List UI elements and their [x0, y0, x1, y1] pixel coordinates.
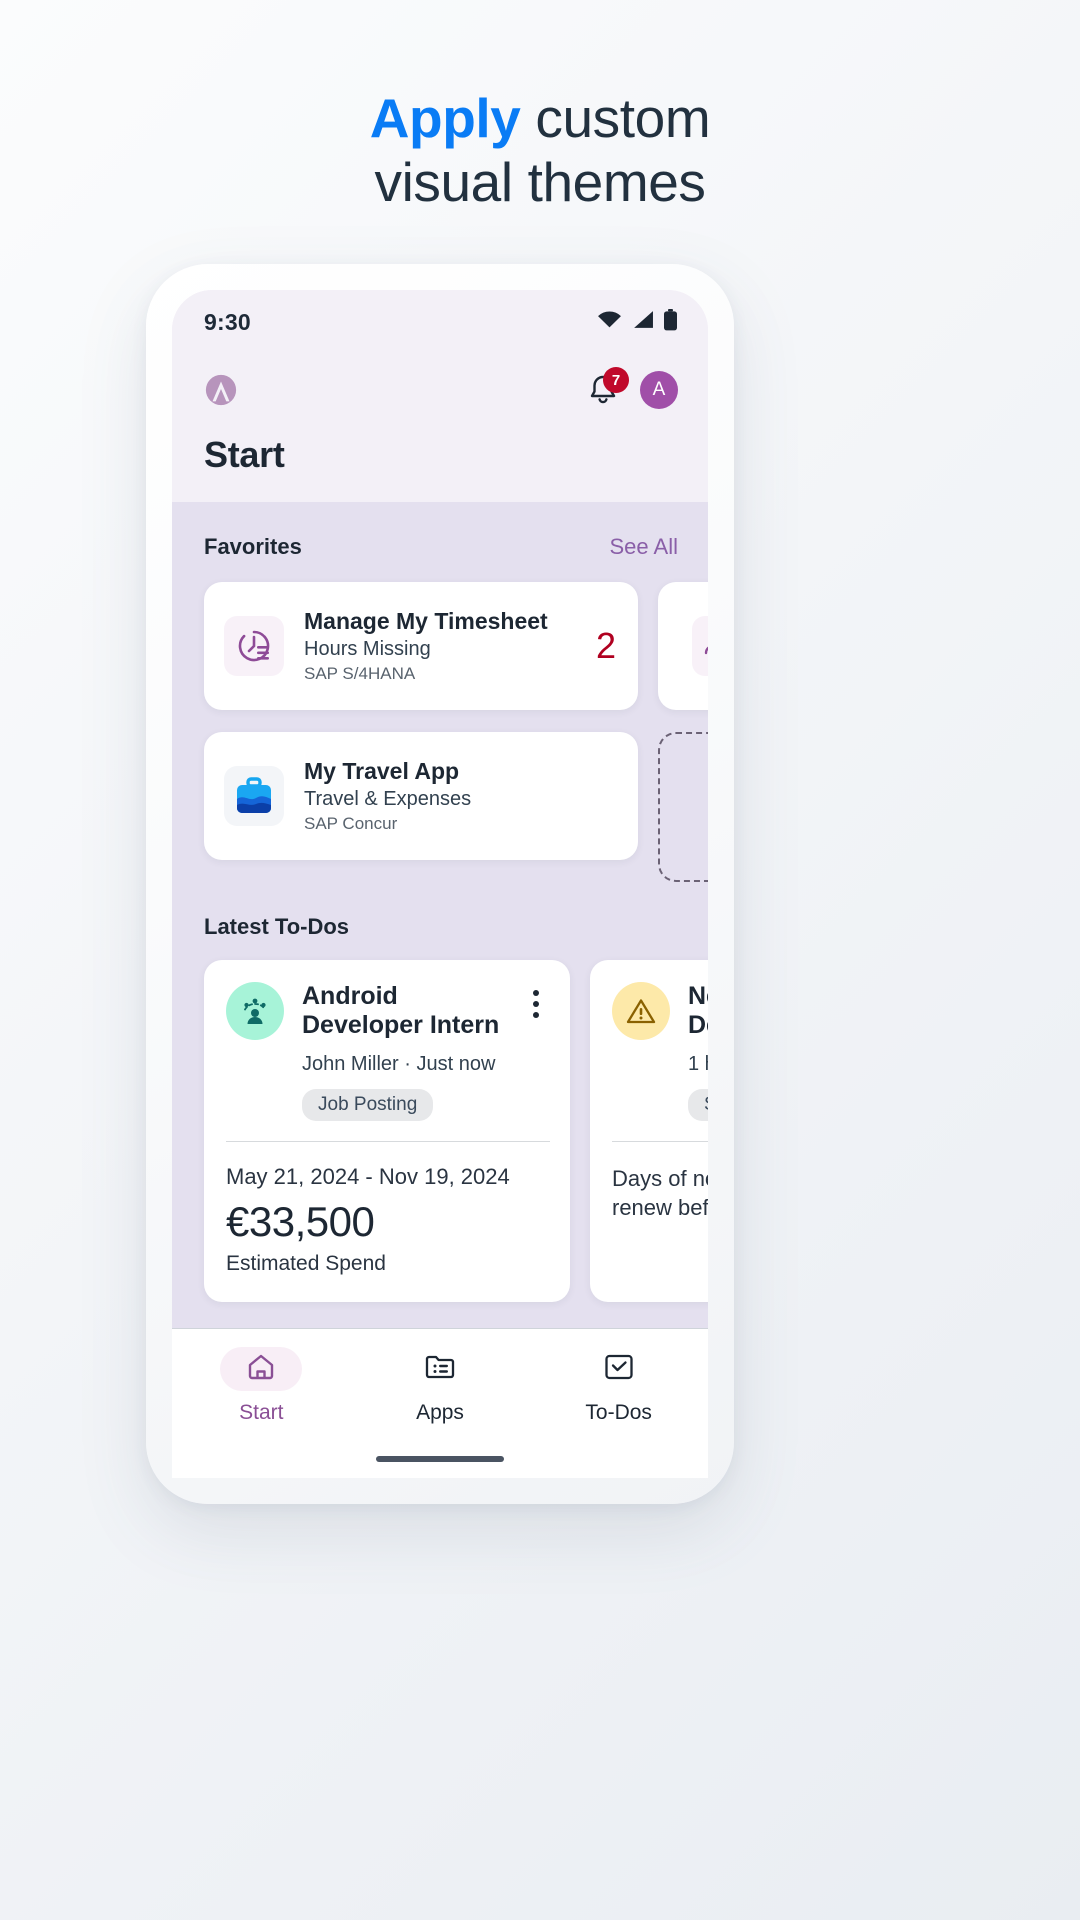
home-indicator: [376, 1456, 504, 1462]
cellular-signal-icon: [631, 310, 654, 334]
favorite-card-texts: My Travel App Travel & Expenses SAP Conc…: [304, 758, 616, 834]
favorites-title: Favorites: [204, 534, 302, 559]
status-bar: 9:30: [172, 290, 708, 354]
status-bar-time: 9:30: [204, 308, 251, 335]
nav-start-pill: [220, 1347, 303, 1391]
todo-card-negotiation[interactable]: Negotiation Deadline 1 hour ago Situatio…: [590, 960, 708, 1302]
favorites-section-header: Favorites See All: [172, 502, 708, 560]
favorite-card-texts: Manage My Timesheet Hours Missing SAP S/…: [304, 608, 576, 684]
nav-item-start[interactable]: Start: [172, 1347, 351, 1425]
avatar[interactable]: A: [640, 371, 678, 409]
favorite-card-title: My Travel App: [304, 758, 460, 784]
todo-card-header: Negotiation Deadline 1 hour ago Situatio…: [612, 982, 708, 1121]
team-transfer-icon: [692, 616, 708, 676]
phone-screen: 9:30 7 A Start Favorites See All Manage …: [172, 290, 708, 1478]
nav-item-apps[interactable]: Apps: [351, 1347, 530, 1425]
todo-card-main: Android Developer Intern John Miller · J…: [302, 982, 504, 1121]
todo-card-header: Android Developer Intern John Miller · J…: [226, 982, 550, 1121]
app-content: Favorites See All Manage My Timesheet Ho…: [172, 502, 708, 1370]
favorites-see-all-link[interactable]: See All: [610, 534, 679, 560]
page-title: Start: [204, 434, 285, 475]
kebab-dot: [533, 990, 539, 996]
notifications-button[interactable]: 7: [588, 367, 629, 406]
todo-card-title: Negotiation Deadline: [688, 982, 708, 1039]
travel-briefcase-icon: [224, 766, 284, 826]
favorite-card-team[interactable]: [658, 582, 708, 710]
nav-todos-pill: [578, 1347, 660, 1391]
todo-card-job-posting[interactable]: Android Developer Intern John Miller · J…: [204, 960, 570, 1302]
people-group-icon: [226, 982, 284, 1040]
todo-card-title: Android Developer Intern: [302, 982, 500, 1039]
todo-card-date-range: May 21, 2024 - Nov 19, 2024: [226, 1164, 510, 1189]
kebab-dot: [533, 1001, 539, 1007]
app-header-actions: 7 A: [588, 367, 678, 409]
todos-section-header: Latest To-Dos: [172, 882, 708, 940]
bottom-navigation: Start Apps To-Dos: [172, 1328, 708, 1478]
add-favorite-tile[interactable]: +: [658, 732, 708, 882]
favorite-card-source: SAP S/4HANA: [304, 664, 416, 683]
phone-frame: 9:30 7 A Start Favorites See All Manage …: [146, 264, 734, 1504]
favorites-row-1: Manage My Timesheet Hours Missing SAP S/…: [172, 560, 708, 710]
todo-card-amount-label: Estimated Spend: [226, 1252, 386, 1275]
wifi-icon: [597, 310, 622, 334]
kebab-dot: [533, 1012, 539, 1018]
favorite-card-travel[interactable]: My Travel App Travel & Expenses SAP Conc…: [204, 732, 638, 860]
nav-start-label: Start: [239, 1401, 284, 1424]
nav-item-todos[interactable]: To-Dos: [529, 1347, 708, 1425]
todos-row: Android Developer Intern John Miller · J…: [172, 940, 708, 1302]
favorite-card-source: SAP Concur: [304, 814, 398, 833]
promo-headline: Apply custom visual themes: [0, 86, 1080, 215]
todos-title: Latest To-Dos: [204, 914, 350, 939]
promo-line-2: visual themes: [374, 151, 706, 214]
todo-card-meta: John Miller · Just now: [302, 1053, 496, 1075]
warning-triangle-icon: [612, 982, 670, 1040]
todo-card-body: Days of negotiation left. Please renew b…: [612, 1166, 708, 1221]
apps-folder-icon: [425, 1353, 455, 1386]
app-header-row: 7 A: [204, 362, 678, 418]
notification-badge: 7: [603, 367, 629, 393]
promo-line-1: Apply custom: [0, 86, 1080, 150]
nav-apps-label: Apps: [416, 1401, 464, 1424]
favorite-card-subtitle: Hours Missing: [304, 638, 431, 660]
todo-inbox-icon: [604, 1353, 634, 1386]
battery-icon: [663, 308, 678, 336]
timesheet-clock-icon: [224, 616, 284, 676]
todo-card-chip: Job Posting: [302, 1089, 434, 1121]
favorites-row-2: My Travel App Travel & Expenses SAP Conc…: [172, 710, 708, 882]
promo-line-1-rest: custom: [520, 87, 711, 149]
nav-apps-pill: [399, 1347, 481, 1391]
status-bar-icons: [597, 308, 678, 336]
promo-accent-word: Apply: [369, 87, 521, 149]
todo-card-chip: Situation: [688, 1089, 708, 1121]
todo-card-amount: €33,500: [226, 1198, 375, 1245]
todo-card-divider: [612, 1141, 708, 1142]
app-logo[interactable]: [204, 373, 238, 407]
home-icon: [246, 1352, 276, 1387]
todo-card-divider: [226, 1141, 550, 1142]
favorite-card-timesheet[interactable]: Manage My Timesheet Hours Missing SAP S/…: [204, 582, 638, 710]
todo-card-meta: 1 hour ago: [688, 1053, 708, 1075]
nav-todos-label: To-Dos: [585, 1401, 652, 1424]
todo-card-menu-button[interactable]: [522, 982, 550, 1018]
favorite-card-subtitle: Travel & Expenses: [304, 788, 472, 810]
app-header: 7 A Start: [172, 354, 708, 502]
todo-card-main: Negotiation Deadline 1 hour ago Situatio…: [688, 982, 708, 1121]
favorite-card-count: 2: [595, 625, 616, 666]
favorite-card-title: Manage My Timesheet: [304, 608, 548, 634]
